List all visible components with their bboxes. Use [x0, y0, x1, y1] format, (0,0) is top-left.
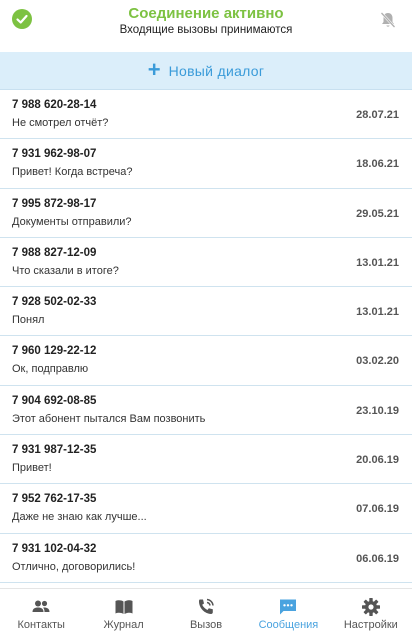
conversation-row[interactable]: 7 904 692-08-85 Этот абонент пытался Вам… — [0, 386, 412, 436]
conversation-phone: 7 931 987-12-35 — [12, 444, 97, 457]
conversation-phone: 7 952 762-17-35 — [12, 493, 97, 506]
conversation-preview: Не смотрел отчёт? — [12, 117, 109, 129]
conversation-phone: 7 988 620-28-14 — [12, 99, 97, 111]
conversation-phone: 7 931 102-04-32 — [12, 542, 97, 555]
conversation-row[interactable]: 7 931 102-04-32 Отлично, договорились! 0… — [0, 534, 412, 583]
nav-call[interactable]: Вызов — [165, 589, 247, 638]
nav-messages[interactable]: Сообщения — [247, 589, 329, 638]
contacts-icon — [32, 600, 50, 612]
conversation-date: 03.02.20 — [356, 355, 399, 368]
connection-status-bar: Соединение активно Входящие вызовы прини… — [0, 0, 412, 50]
conversation-preview: Даже не знаю как лучше... — [12, 511, 147, 524]
conversation-phone: 7 904 692-08-85 — [12, 394, 97, 407]
bell-muted-icon[interactable] — [378, 10, 398, 30]
nav-journal-label: Журнал — [103, 619, 144, 631]
conversation-row[interactable]: 7 960 129-22-12 Ок, подправлю 03.02.20 — [0, 336, 412, 386]
connection-status-subtitle: Входящие вызовы принимаются — [119, 24, 293, 36]
conversation-date: 18.06.21 — [356, 158, 399, 171]
conversation-date: 13.01.21 — [356, 306, 399, 319]
nav-journal[interactable]: Журнал — [82, 589, 164, 638]
nav-messages-label: Сообщения — [258, 619, 319, 631]
conversation-row[interactable]: 7 931 962-98-07 Привет! Когда встреча? 1… — [0, 139, 412, 189]
conversation-preview: Этот абонент пытался Вам позвонить — [12, 412, 206, 425]
nav-call-label: Вызов — [189, 619, 223, 631]
conversation-preview: Что сказали в итоге? — [12, 264, 119, 277]
conversation-date: 23.10.19 — [356, 404, 399, 417]
conversation-date: 29.05.21 — [356, 207, 399, 220]
conversation-date: 07.06.19 — [356, 503, 399, 516]
conversation-phone: 7 960 129-22-12 — [12, 345, 97, 358]
phone-call-icon — [199, 598, 214, 614]
bottom-navigation: Контакты Журнал Вызов Сообщения Настройк… — [0, 588, 412, 638]
conversation-row[interactable]: 7 931 987-12-35 Привет! 20.06.19 — [0, 435, 412, 485]
chat-bubble-icon — [280, 599, 297, 615]
conversation-row[interactable]: 7 988 620-28-14 Не смотрел отчёт? 28.07.… — [0, 90, 412, 140]
conversation-phone: 7 928 502-02-33 — [12, 296, 97, 309]
conversation-phone: 7 988 827-12-09 — [12, 246, 97, 259]
nav-contacts-label: Контакты — [17, 619, 65, 631]
conversation-list: 7 988 620-28-14 Не смотрел отчёт? 28.07.… — [0, 90, 412, 583]
conversation-date: 20.06.19 — [356, 454, 399, 467]
nav-contacts[interactable]: Контакты — [0, 589, 82, 638]
conversation-date: 06.06.19 — [356, 552, 399, 565]
conversation-row[interactable]: 7 952 762-17-35 Даже не знаю как лучше..… — [0, 484, 412, 534]
conversation-date: 13.01.21 — [356, 256, 399, 269]
conversation-preview: Привет! Когда встреча? — [12, 166, 133, 179]
book-icon — [115, 600, 133, 614]
connection-status-title: Соединение активно — [128, 5, 284, 22]
conversation-preview: Привет! — [12, 462, 52, 475]
new-dialog-button[interactable]: + Новый диалог — [0, 52, 412, 90]
conversation-preview: Понял — [12, 314, 45, 327]
conversation-preview: Ок, подправлю — [12, 363, 89, 376]
conversation-phone: 7 995 872-98-17 — [12, 197, 97, 210]
plus-icon: + — [147, 56, 161, 82]
nav-settings[interactable]: Настройки — [330, 589, 412, 638]
conversation-row[interactable]: 7 995 872-98-17 Документы отправили? 29.… — [0, 189, 412, 238]
conversation-row[interactable]: 7 988 827-12-09 Что сказали в итоге? 13.… — [0, 238, 412, 288]
conversation-row[interactable]: 7 928 502-02-33 Понял 13.01.21 — [0, 287, 412, 337]
nav-settings-label: Настройки — [343, 619, 398, 631]
new-dialog-label: Новый диалог — [168, 62, 265, 79]
conversation-date: 28.07.21 — [356, 109, 399, 121]
conversation-phone: 7 931 962-98-07 — [12, 148, 97, 161]
conversation-preview: Отлично, договорились! — [12, 560, 136, 573]
conversation-preview: Документы отправили? — [12, 215, 132, 228]
gear-icon — [361, 598, 380, 616]
